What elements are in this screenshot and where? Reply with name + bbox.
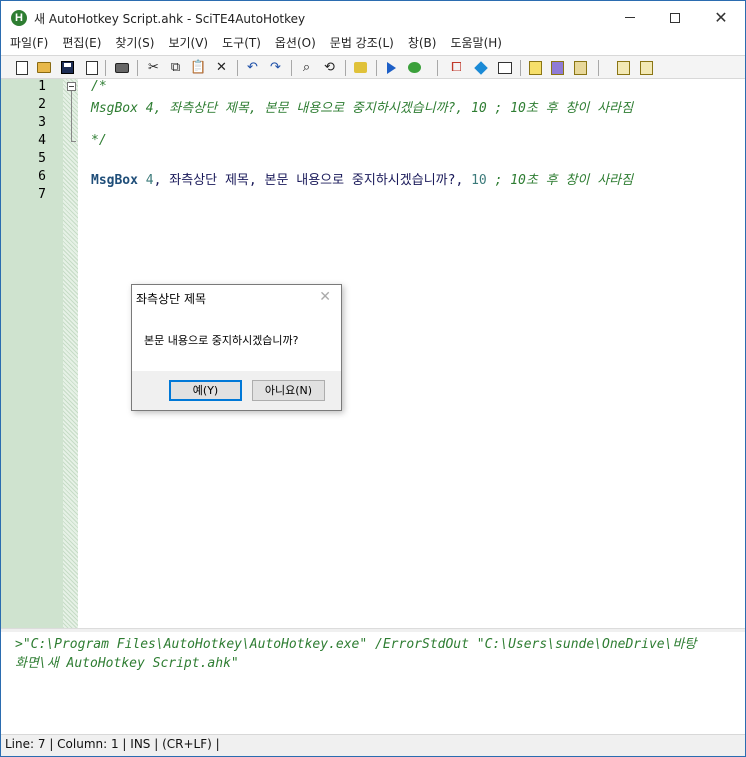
replace-icon[interactable]: ⟲ (321, 59, 338, 76)
dialog-button-bar: 예(Y) 아니요(N) (132, 371, 341, 410)
dialog-close-icon[interactable]: ✕ (319, 289, 331, 305)
new-file-icon[interactable] (13, 59, 30, 76)
cube-icon[interactable] (472, 59, 489, 76)
toolbar-separator (291, 60, 292, 76)
title-bar: H 새 AutoHotkey Script.ahk - SciTE4AutoHo… (1, 1, 745, 34)
code-number: 4 (137, 173, 154, 188)
menu-tools[interactable]: 도구(T) (215, 34, 268, 53)
menu-view[interactable]: 보기(V) (161, 34, 215, 53)
menu-buffers[interactable]: 창(B) (401, 34, 444, 53)
fold-end (71, 141, 76, 142)
copy-icon[interactable]: ⧉ (167, 59, 184, 76)
debug-icon[interactable] (406, 59, 423, 76)
compile-icon[interactable] (352, 59, 369, 76)
menu-options[interactable]: 옵션(O) (268, 34, 323, 53)
line-number: 1 (38, 79, 46, 94)
menu-edit[interactable]: 편집(E) (55, 34, 108, 53)
no-button[interactable]: 아니요(N) (252, 380, 325, 401)
line-number: 4 (38, 133, 46, 148)
status-bar: Line: 7 | Column: 1 | INS | (CR+LF) | (1, 734, 745, 756)
notes2-icon[interactable] (549, 59, 566, 76)
code-line-2: MsgBox 4, 좌측상단 제목, 본문 내용으로 중지하시겠습니까?, 10… (91, 101, 634, 116)
fold-margin (63, 79, 78, 628)
minimize-button[interactable] (607, 1, 653, 34)
code-line-6: MsgBox 4, 좌측상단 제목, 본문 내용으로 중지하시겠습니까?, 10… (91, 169, 633, 188)
app-icon: H (11, 10, 27, 26)
toolbar-separator (345, 60, 346, 76)
code-editor[interactable]: 1 2 3 4 5 6 7 /* MsgBox 4, 좌측상단 제목, 본문 내… (1, 79, 745, 628)
menu-search[interactable]: 찾기(S) (108, 34, 161, 53)
menu-help[interactable]: 도움말(H) (443, 34, 509, 53)
message-box-dialog: 좌측상단 제목 ✕ 본문 내용으로 중지하시겠습니까? 예(Y) 아니요(N) (131, 284, 342, 411)
yes-button[interactable]: 예(Y) (169, 380, 242, 401)
maximize-button[interactable] (652, 1, 698, 34)
code-text: , 좌측상단 제목, 본문 내용으로 중지하시겠습니까?, (153, 173, 472, 188)
line-number: 2 (38, 97, 46, 112)
paste-icon[interactable]: 📋 (190, 59, 207, 76)
toolbar-separator (376, 60, 377, 76)
code-keyword: MsgBox (91, 173, 138, 188)
code-comment: ; 10초 후 창이 사라짐 (486, 173, 634, 188)
toolbar-separator (520, 60, 521, 76)
script-icon[interactable] (615, 59, 632, 76)
menu-language[interactable]: 문법 강조(L) (323, 34, 401, 53)
cut-icon[interactable]: ✂ (145, 59, 162, 76)
window-title: 새 AutoHotkey Script.ahk - SciTE4AutoHotk… (34, 12, 306, 26)
undo-icon[interactable]: ↶ (244, 59, 261, 76)
tool-icon[interactable]: ⧠ (448, 59, 465, 76)
maximize-icon (670, 12, 680, 23)
code-number: 10 (471, 173, 487, 188)
save-icon[interactable] (59, 59, 76, 76)
close-icon: ✕ (714, 7, 728, 27)
script2-icon[interactable] (638, 59, 655, 76)
output-line-2: 화면\새 AutoHotkey Script.ahk" (15, 656, 239, 671)
dialog-message: 본문 내용으로 중지하시겠습니까? (144, 334, 299, 347)
output-pane[interactable]: >"C:\Program Files\AutoHotkey\AutoHotkey… (1, 632, 745, 733)
window-icon[interactable] (496, 59, 513, 76)
dialog-title: 좌측상단 제목 (136, 292, 207, 306)
toolbar-separator (105, 60, 106, 76)
close-file-icon[interactable] (83, 59, 100, 76)
redo-icon[interactable]: ↷ (267, 59, 284, 76)
delete-icon[interactable]: ✕ (213, 59, 230, 76)
code-line-4: */ (91, 133, 107, 148)
toolbar-separator (598, 60, 599, 76)
close-button[interactable]: ✕ (698, 1, 744, 34)
toolbar-separator (437, 60, 438, 76)
menu-bar: 파일(F) 편집(E) 찾기(S) 보기(V) 도구(T) 옵션(O) 문법 강… (1, 34, 745, 53)
line-number: 3 (38, 115, 46, 130)
toolbar: ✂ ⧉ 📋 ✕ ↶ ↷ ⌕ ⟲ ⧠ (1, 55, 745, 79)
fold-toggle-icon[interactable] (67, 82, 76, 91)
minimize-icon (625, 17, 635, 18)
line-number: 5 (38, 151, 46, 166)
fold-line (71, 91, 72, 141)
notes3-icon[interactable] (572, 59, 589, 76)
find-icon[interactable]: ⌕ (298, 59, 315, 76)
open-folder-icon[interactable] (35, 59, 52, 76)
scite-window: H 새 AutoHotkey Script.ahk - SciTE4AutoHo… (0, 0, 746, 757)
output-line-1: >"C:\Program Files\AutoHotkey\AutoHotkey… (15, 637, 697, 652)
line-number: 6 (38, 169, 46, 184)
code-line-1: /* (91, 79, 107, 94)
print-icon[interactable] (113, 59, 130, 76)
notes-icon[interactable] (527, 59, 544, 76)
toolbar-separator (137, 60, 138, 76)
menu-file[interactable]: 파일(F) (3, 34, 55, 53)
toolbar-separator (237, 60, 238, 76)
line-number: 7 (38, 187, 46, 202)
line-number-gutter: 1 2 3 4 5 6 7 (1, 79, 63, 628)
run-icon[interactable] (383, 59, 400, 76)
